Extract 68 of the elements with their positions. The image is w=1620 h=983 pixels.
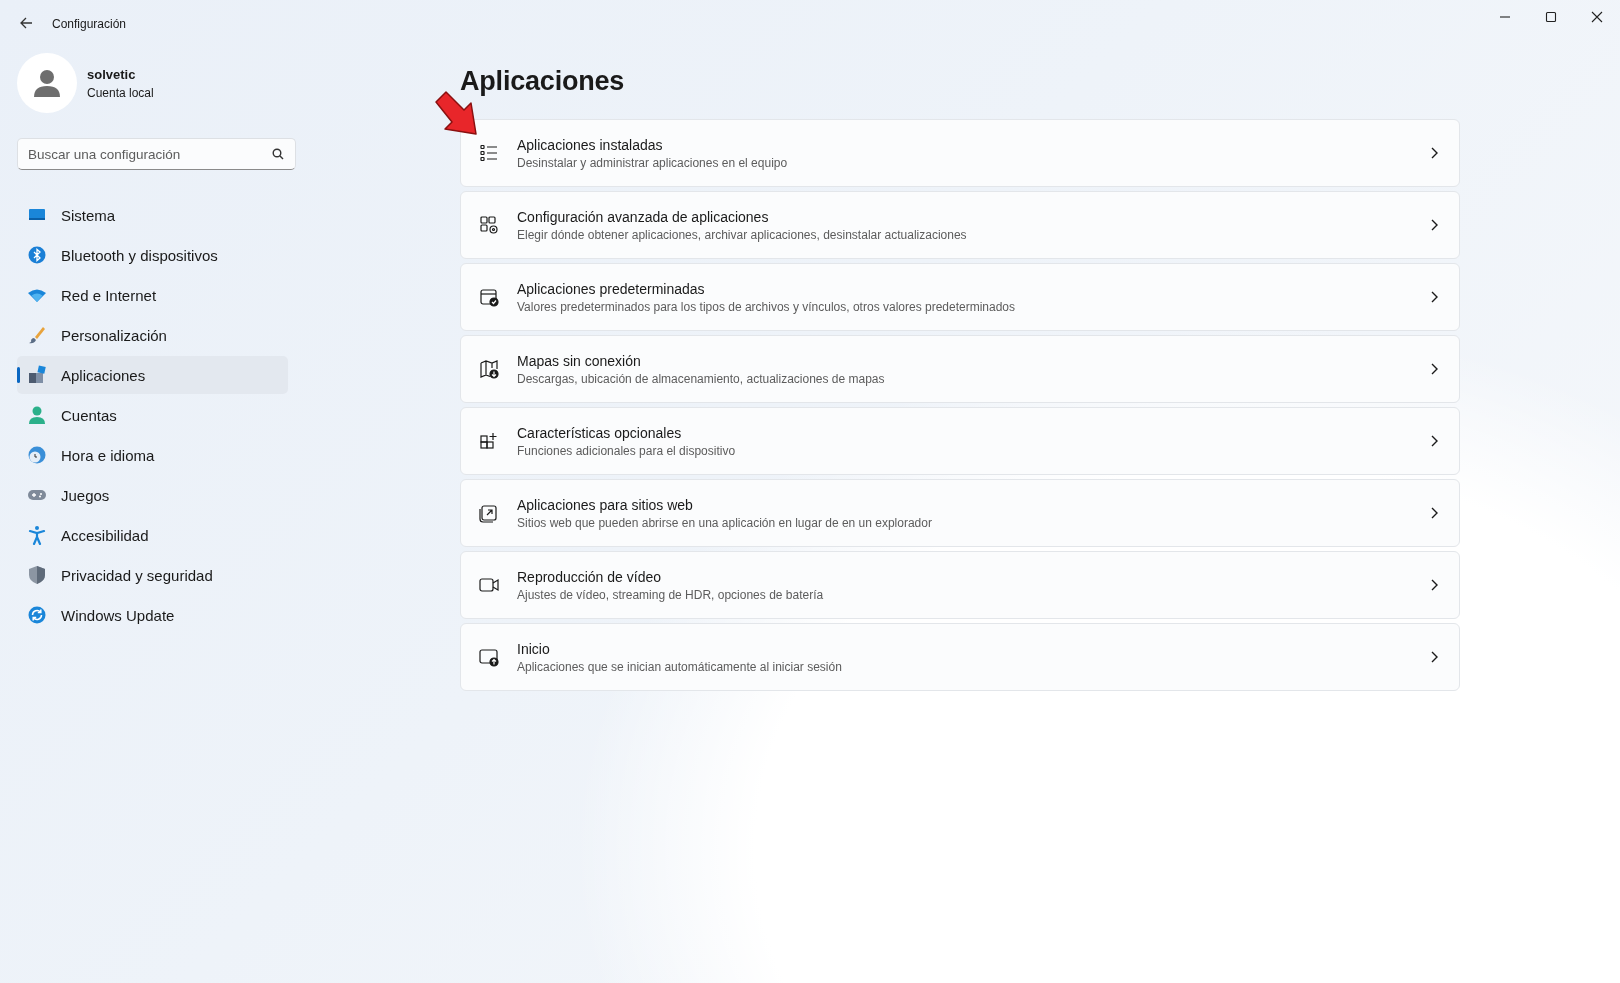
card-description: Elegir dónde obtener aplicaciones, archivar aplicaciones, desinstalar actualizaciones	[517, 227, 968, 242]
chevron-right-icon	[1429, 506, 1439, 520]
sidebar-item[interactable]: Cuentas	[17, 396, 288, 434]
card-description: Sitios web que pueden abrirse en una aplicación en lugar de en un explorador	[517, 515, 933, 530]
account-type: Cuenta local	[87, 85, 154, 100]
chevron-right-icon	[1429, 290, 1439, 304]
card-description: Desinstalar y administrar aplicaciones en el equipo	[517, 155, 789, 170]
sidebar-item[interactable]: Hora e idioma	[17, 436, 288, 474]
window-link-icon	[479, 503, 499, 523]
sidebar-item[interactable]: Juegos	[17, 476, 288, 514]
sidebar-item[interactable]: Red e Internet	[17, 276, 288, 314]
window-upload-icon	[479, 647, 499, 667]
card-title: Reproducción de vídeo	[517, 568, 662, 585]
settings-card[interactable]: Reproducción de vídeo Ajustes de vídeo, streaming de HDR, opciones de batería	[460, 551, 1460, 619]
brush-icon	[27, 325, 47, 345]
card-title: Aplicaciones para sitios web	[517, 496, 694, 513]
card-title: Características opcionales	[517, 424, 683, 441]
sidebar-item[interactable]: Aplicaciones	[17, 356, 288, 394]
chevron-right-icon	[1429, 362, 1439, 376]
map-download-icon	[479, 359, 499, 379]
list-icon	[479, 143, 499, 163]
update-icon	[27, 605, 47, 625]
person-icon	[27, 405, 47, 425]
maximize-icon	[1545, 11, 1557, 23]
clock-icon	[27, 445, 47, 465]
app-check-icon	[479, 287, 499, 307]
card-title: Aplicaciones instaladas	[517, 136, 664, 153]
apps-icon	[27, 365, 47, 385]
shield-icon	[27, 565, 47, 585]
page-title: Aplicaciones	[460, 66, 626, 97]
app-gear-icon	[479, 215, 499, 235]
chevron-right-icon	[1429, 146, 1439, 160]
card-description: Valores predeterminados para los tipos de archivos y vínculos, otros valores predeterminados	[517, 299, 1017, 314]
settings-card[interactable]: Aplicaciones predeterminadas Valores predeterminados para los tipos de archivos y vínculos, otros valores predeterminados	[460, 263, 1460, 331]
accessibility-icon	[27, 525, 47, 545]
settings-card[interactable]: Características opcionales Funciones adicionales para el dispositivo	[460, 407, 1460, 475]
card-title: Configuración avanzada de aplicaciones	[517, 208, 770, 225]
sidebar-item[interactable]: Windows Update	[17, 596, 288, 634]
chevron-right-icon	[1429, 434, 1439, 448]
settings-card[interactable]: Aplicaciones instaladas Desinstalar y administrar aplicaciones en el equipo	[460, 119, 1460, 187]
search-field[interactable]: Buscar una configuración	[17, 138, 296, 170]
card-description: Funciones adicionales para el dispositivo	[517, 443, 737, 458]
bluetooth-icon	[27, 245, 47, 265]
sidebar-item[interactable]: Sistema	[17, 196, 288, 234]
settings-card[interactable]: Aplicaciones para sitios web Sitios web que pueden abrirse en una aplicación en lugar de en un explorador	[460, 479, 1460, 547]
settings-card[interactable]: Configuración avanzada de aplicaciones Elegir dónde obtener aplicaciones, archivar aplicaciones, desinstalar actualizaciones	[460, 191, 1460, 259]
card-title: Aplicaciones predeterminadas	[517, 280, 706, 297]
window-title: Configuración	[52, 17, 128, 31]
sidebar-item[interactable]: Privacidad y seguridad	[17, 556, 288, 594]
chevron-right-icon	[1429, 578, 1439, 592]
sidebar-item[interactable]: Personalización	[17, 316, 288, 354]
search-icon	[272, 148, 284, 160]
sidebar-item[interactable]: Accesibilidad	[17, 516, 288, 554]
close-icon	[1591, 11, 1603, 23]
settings-card[interactable]: Mapas sin conexión Descargas, ubicación de almacenamiento, actualizaciones de mapas	[460, 335, 1460, 403]
chevron-right-icon	[1429, 650, 1439, 664]
add-grid-icon	[479, 431, 499, 451]
card-description: Descargas, ubicación de almacenamiento, actualizaciones de mapas	[517, 371, 886, 386]
settings-card[interactable]: Inicio Aplicaciones que se inician automáticamente al iniciar sesión	[460, 623, 1460, 691]
card-title: Mapas sin conexión	[517, 352, 642, 369]
sidebar-item[interactable]: Bluetooth y dispositivos	[17, 236, 288, 274]
back-arrow-icon	[19, 15, 33, 30]
video-camera-icon	[479, 575, 499, 595]
card-description: Aplicaciones que se inician automáticamente al iniciar sesión	[517, 659, 843, 674]
chevron-right-icon	[1429, 218, 1439, 232]
card-description: Ajustes de vídeo, streaming de HDR, opciones de batería	[517, 587, 825, 602]
card-title: Inicio	[517, 640, 551, 657]
account-name: solvetic	[87, 66, 137, 82]
